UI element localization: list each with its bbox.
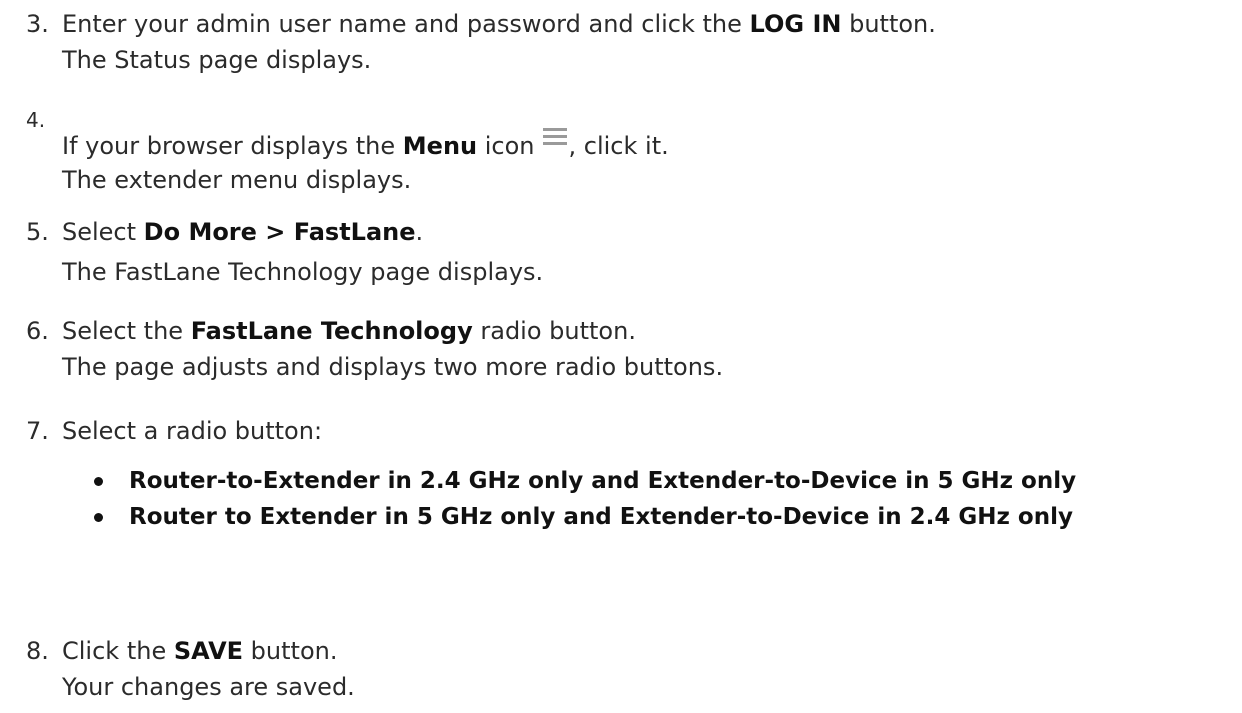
step-result: Your changes are saved. bbox=[62, 673, 355, 701]
instruction-text: icon bbox=[477, 132, 535, 160]
instruction-text: Select a radio button: bbox=[62, 417, 323, 445]
menu-label: Menu bbox=[402, 132, 478, 160]
step-result: The FastLane Technology page displays. bbox=[62, 258, 544, 286]
instruction-text: Select bbox=[62, 218, 144, 246]
step-instruction: Select the FastLane Technology radio but… bbox=[62, 315, 636, 347]
instruction-text: . bbox=[415, 218, 424, 246]
instruction-text: button. bbox=[243, 637, 338, 665]
step-instruction: Select a radio button: bbox=[62, 415, 322, 447]
option-label: Router to Extender in 5 GHz only and Ext… bbox=[129, 504, 1073, 530]
do-more-fastlane-label: Do More > FastLane bbox=[143, 218, 416, 246]
step-instruction: Enter your admin user name and password … bbox=[62, 8, 936, 40]
fastlane-technology-label: FastLane Technology bbox=[190, 317, 473, 345]
bullet-icon bbox=[94, 513, 103, 522]
save-label: SAVE bbox=[173, 637, 244, 665]
instruction-text: Select the bbox=[62, 317, 191, 345]
step-number: 7. bbox=[26, 417, 49, 445]
step-number: 4. bbox=[26, 108, 46, 132]
step-number: 8. bbox=[26, 637, 49, 665]
step-result: The Status page displays. bbox=[62, 46, 372, 74]
step-result: The page adjusts and displays two more r… bbox=[62, 353, 724, 381]
step-result: The extender menu displays. bbox=[62, 166, 412, 194]
instruction-text: If your browser displays the bbox=[62, 132, 403, 160]
step-number: 3. bbox=[26, 10, 49, 38]
bullet-icon bbox=[94, 477, 103, 486]
step-number: 6. bbox=[26, 317, 49, 345]
step-instruction: Select Do More > FastLane. bbox=[62, 216, 423, 248]
option-label: Router-to-Extender in 2.4 GHz only and E… bbox=[129, 468, 1077, 494]
menu-hamburger-icon bbox=[542, 128, 567, 146]
instruction-text: Enter your admin user name and password … bbox=[62, 10, 750, 38]
log-in-label: LOG IN bbox=[749, 10, 842, 38]
instruction-text: Click the bbox=[62, 637, 174, 665]
step-instruction: If your browser displays the Menu icon , … bbox=[62, 128, 669, 162]
instruction-text: , click it. bbox=[568, 132, 669, 160]
instruction-text: radio button. bbox=[472, 317, 636, 345]
step-instruction: Click the SAVE button. bbox=[62, 635, 337, 667]
instruction-text: button. bbox=[841, 10, 936, 38]
step-number: 5. bbox=[26, 218, 49, 246]
